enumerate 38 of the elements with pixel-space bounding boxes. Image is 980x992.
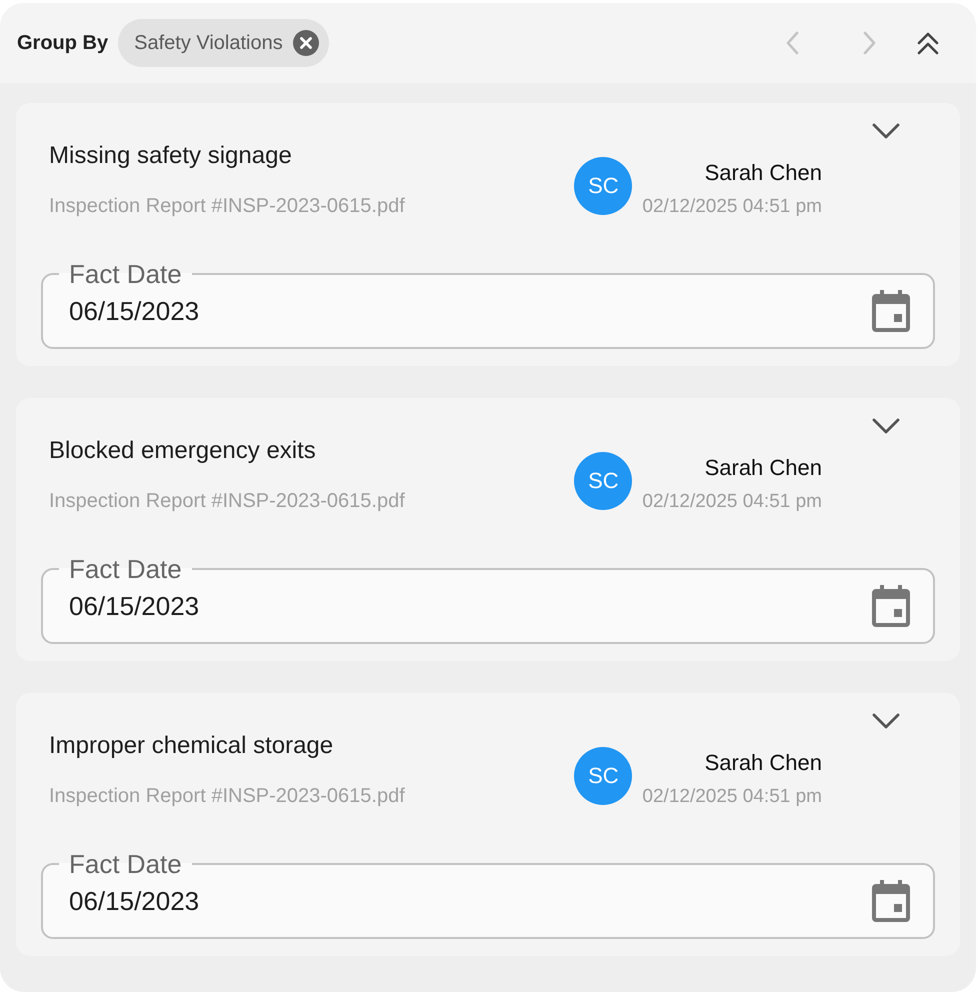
- calendar-icon: [871, 880, 911, 922]
- chevron-down-icon: [872, 713, 900, 729]
- violation-title: Missing safety signage: [49, 141, 292, 171]
- chevron-left-icon: [786, 31, 800, 55]
- source-document: Inspection Report #INSP-2023-0615.pdf: [49, 194, 405, 219]
- author-name: Sarah Chen: [704, 750, 822, 776]
- group-by-label: Group By: [17, 32, 108, 54]
- author-name: Sarah Chen: [704, 160, 822, 186]
- calendar-icon: [871, 290, 911, 332]
- avatar: SC: [574, 157, 632, 215]
- source-document: Inspection Report #INSP-2023-0615.pdf: [49, 784, 405, 809]
- chip-label: Safety Violations: [134, 32, 283, 54]
- chip-remove-button[interactable]: [292, 30, 319, 56]
- date-value: 06/15/2023: [69, 886, 200, 916]
- chevron-down-icon: [872, 123, 900, 139]
- author-name: Sarah Chen: [704, 455, 822, 481]
- date-value: 06/15/2023: [69, 296, 200, 326]
- calendar-button[interactable]: [871, 585, 911, 627]
- date-value: 06/15/2023: [69, 590, 200, 622]
- calendar-icon: [871, 585, 911, 627]
- timestamp: 02/12/2025 04:51 pm: [642, 491, 822, 513]
- field-label: Fact Date: [68, 259, 183, 289]
- timestamp: 02/12/2025 04:51 pm: [642, 786, 822, 808]
- field-label: Fact Date: [68, 849, 183, 879]
- field-label: Fact Date: [68, 554, 183, 584]
- calendar-button[interactable]: [871, 290, 911, 332]
- calendar-button[interactable]: [871, 880, 911, 922]
- violation-title: Blocked emergency exits: [49, 436, 316, 466]
- chevron-right-icon: [862, 31, 876, 55]
- source-document: Inspection Report #INSP-2023-0615.pdf: [49, 489, 405, 514]
- violation-title: Improper chemical storage: [49, 731, 334, 761]
- avatar: SC: [574, 747, 632, 805]
- double-chevron-up-icon: [916, 31, 940, 55]
- close-icon: [292, 30, 319, 56]
- group-chip[interactable]: Safety Violations: [118, 19, 329, 67]
- chevron-down-icon: [872, 418, 900, 434]
- avatar: SC: [574, 452, 632, 510]
- timestamp: 02/12/2025 04:51 pm: [642, 196, 822, 218]
